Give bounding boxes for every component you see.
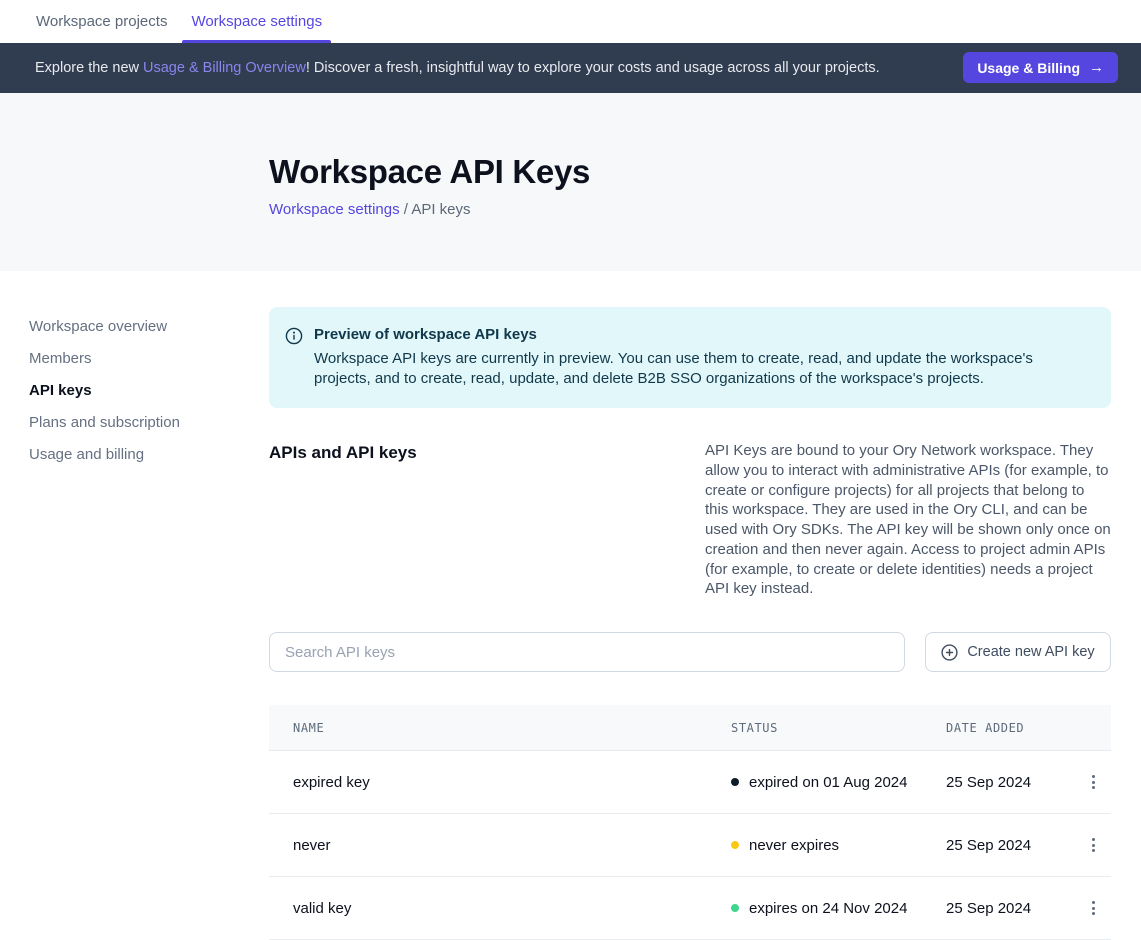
usage-billing-overview-link[interactable]: Usage & Billing Overview [143, 60, 306, 76]
page-title: Workspace API Keys [269, 153, 1111, 191]
api-key-name: never [293, 837, 731, 854]
status-text: expires on 24 Nov 2024 [749, 900, 907, 917]
api-keys-toolbar: Create new API key [269, 632, 1111, 672]
api-key-status: never expires [731, 837, 946, 854]
preview-callout: Preview of workspace API keys Workspace … [269, 307, 1111, 408]
column-header-name: NAME [293, 721, 731, 735]
usage-billing-button[interactable]: Usage & Billing → [963, 52, 1118, 83]
sidebar-item-plans-and-subscription[interactable]: Plans and subscription [29, 413, 180, 432]
section-heading: APIs and API keys [269, 441, 417, 599]
status-text: expired on 01 Aug 2024 [749, 774, 907, 791]
usage-billing-button-label: Usage & Billing [977, 60, 1080, 76]
create-api-key-button[interactable]: Create new API key [925, 632, 1111, 672]
arrow-right-icon: → [1089, 59, 1104, 76]
section-description: API Keys are bound to your Ory Network w… [705, 441, 1111, 599]
table-row[interactable]: expired key expired on 01 Aug 2024 25 Se… [269, 751, 1111, 814]
page-header: Workspace API Keys Workspace settings / … [0, 93, 1141, 272]
banner-message: Explore the new Usage & Billing Overview… [35, 60, 880, 76]
sidebar-item-members[interactable]: Members [29, 349, 92, 368]
api-key-date-added: 25 Sep 2024 [946, 900, 1079, 917]
breadcrumb-separator: / [400, 201, 412, 218]
sidebar-item-workspace-overview[interactable]: Workspace overview [29, 317, 167, 336]
column-header-status: STATUS [731, 721, 946, 735]
table-row[interactable]: never never expires 25 Sep 2024 [269, 814, 1111, 877]
api-key-name: valid key [293, 900, 731, 917]
top-tab-bar: Workspace projects Workspace settings [0, 0, 1141, 43]
table-header-row: NAME STATUS DATE ADDED [269, 705, 1111, 751]
row-menu-kebab-icon[interactable] [1081, 896, 1105, 920]
status-dot [731, 841, 739, 849]
breadcrumb-workspace-settings-link[interactable]: Workspace settings [269, 201, 400, 218]
main-content: Preview of workspace API keys Workspace … [269, 271, 1111, 940]
api-key-status: expired on 01 Aug 2024 [731, 774, 946, 791]
api-key-date-added: 25 Sep 2024 [946, 774, 1079, 791]
apis-section-header: APIs and API keys API Keys are bound to … [269, 441, 1111, 599]
tab-workspace-projects[interactable]: Workspace projects [27, 0, 176, 43]
api-key-date-added: 25 Sep 2024 [946, 837, 1079, 854]
breadcrumb-current: API keys [411, 201, 470, 218]
sidebar-item-api-keys[interactable]: API keys [29, 381, 92, 400]
status-dot [731, 778, 739, 786]
status-text: never expires [749, 837, 839, 854]
api-key-status: expires on 24 Nov 2024 [731, 900, 946, 917]
info-circle-icon [285, 327, 303, 389]
page: Workspace projects Workspace settings Ex… [0, 0, 1141, 940]
body: Workspace overview Members API keys Plan… [0, 271, 1141, 940]
callout-content: Preview of workspace API keys Workspace … [314, 326, 1087, 389]
row-menu-kebab-icon[interactable] [1081, 833, 1105, 857]
callout-body: Workspace API keys are currently in prev… [314, 349, 1087, 389]
callout-title: Preview of workspace API keys [314, 326, 1087, 343]
api-keys-table: NAME STATUS DATE ADDED expired key expir… [269, 705, 1111, 940]
status-dot [731, 904, 739, 912]
banner-text-before: Explore the new [35, 60, 143, 76]
breadcrumb: Workspace settings / API keys [269, 201, 1111, 218]
api-key-name: expired key [293, 774, 731, 791]
plus-circle-icon [941, 644, 958, 661]
usage-billing-banner: Explore the new Usage & Billing Overview… [0, 43, 1141, 93]
tab-workspace-settings[interactable]: Workspace settings [182, 0, 331, 43]
settings-sidebar: Workspace overview Members API keys Plan… [0, 271, 269, 940]
banner-text-after: ! Discover a fresh, insightful way to ex… [306, 60, 880, 76]
search-input[interactable] [269, 632, 905, 672]
sidebar-item-usage-and-billing[interactable]: Usage and billing [29, 445, 144, 464]
row-menu-kebab-icon[interactable] [1081, 770, 1105, 794]
table-row[interactable]: valid key expires on 24 Nov 2024 25 Sep … [269, 877, 1111, 940]
create-api-key-button-label: Create new API key [967, 644, 1094, 660]
column-header-date-added: DATE ADDED [946, 721, 1079, 735]
